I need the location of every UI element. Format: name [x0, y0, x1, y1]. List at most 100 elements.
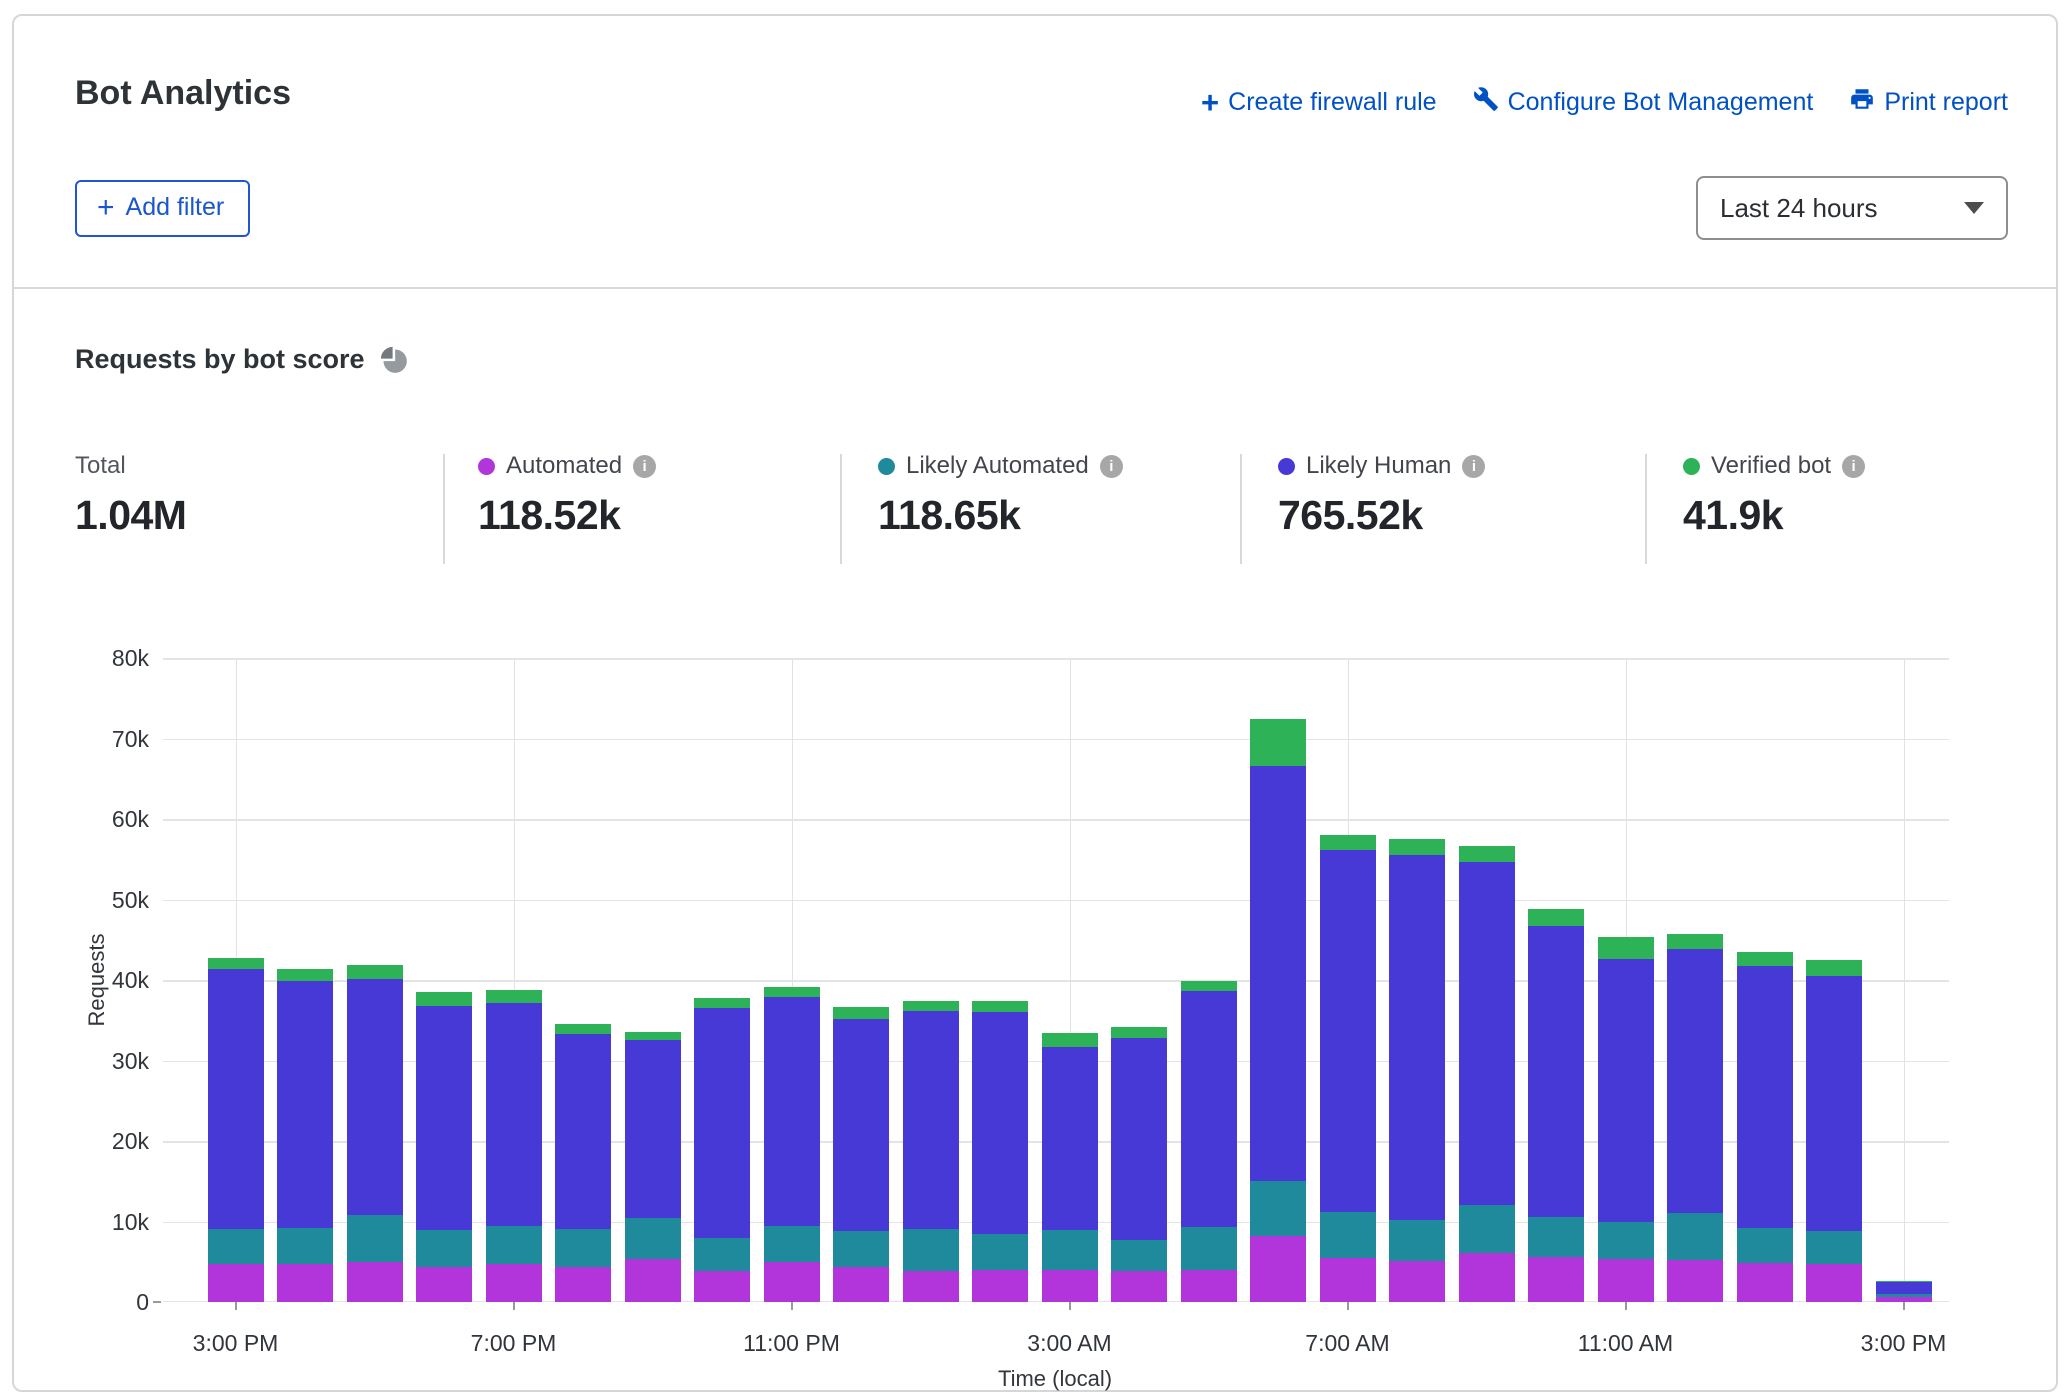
bar-12-00-am[interactable]	[833, 1007, 889, 1302]
create-firewall-rule-link[interactable]: + Create firewall rule	[1201, 88, 1437, 117]
bar-segment-likely-automated	[416, 1230, 472, 1267]
bar-segment-likely-human	[694, 1008, 750, 1238]
section-title-row: Requests by bot score	[75, 344, 408, 375]
bar-3-00-pm[interactable]	[208, 958, 264, 1302]
stat-automated-value: 118.52k	[478, 492, 656, 539]
bar-segment-likely-human	[1389, 855, 1445, 1220]
bar-segment-verified-bot	[1250, 719, 1306, 766]
bar-segment-likely-human	[625, 1040, 681, 1218]
bar-segment-automated	[277, 1264, 333, 1302]
bar-segment-automated	[1042, 1270, 1098, 1302]
y-axis-tick	[153, 1301, 161, 1303]
bar-segment-likely-automated	[1111, 1240, 1167, 1271]
bar-3-00-am[interactable]	[1042, 1033, 1098, 1302]
page-title: Bot Analytics	[75, 74, 291, 113]
bar-9-00-pm[interactable]	[625, 1032, 681, 1302]
bar-segment-verified-bot	[694, 998, 750, 1008]
bar-2-00-pm[interactable]	[1806, 960, 1862, 1302]
y-tick-label: 70k	[79, 726, 149, 753]
legend-dot-automated	[478, 458, 495, 475]
bar-segment-automated	[1389, 1261, 1445, 1302]
bar-segment-likely-automated	[1806, 1231, 1862, 1264]
bar-2-00-am[interactable]	[972, 1001, 1028, 1302]
stat-verified-bot-label: Verified bot	[1711, 452, 1831, 480]
bar-segment-automated	[486, 1264, 542, 1302]
bar-segment-verified-bot	[972, 1001, 1028, 1012]
time-range-select[interactable]: Last 24 hours	[1696, 176, 2008, 240]
info-icon[interactable]: i	[1462, 455, 1485, 478]
bar-segment-likely-automated	[208, 1229, 264, 1264]
bar-7-00-am[interactable]	[1320, 835, 1376, 1302]
bar-segment-likely-human	[347, 979, 403, 1215]
bar-segment-verified-bot	[1042, 1033, 1098, 1047]
bar-11-00-pm[interactable]	[764, 987, 820, 1302]
bar-segment-likely-automated	[277, 1228, 333, 1264]
bar-segment-automated	[208, 1264, 264, 1302]
gridline-v	[1904, 658, 1906, 1302]
bar-segment-verified-bot	[208, 958, 264, 968]
stat-divider	[443, 454, 445, 564]
bar-11-00-am[interactable]	[1598, 937, 1654, 1302]
bar-3-00-pm[interactable]	[1876, 1281, 1932, 1302]
stat-divider	[1240, 454, 1242, 564]
bar-4-00-pm[interactable]	[277, 969, 333, 1302]
bar-segment-verified-bot	[1528, 909, 1584, 926]
bar-segment-likely-human	[1111, 1038, 1167, 1240]
gridline-h	[163, 900, 1949, 902]
bar-segment-automated	[625, 1259, 681, 1302]
header-divider	[13, 287, 2057, 289]
bar-6-00-pm[interactable]	[416, 992, 472, 1302]
bar-5-00-pm[interactable]	[347, 965, 403, 1302]
bar-segment-automated	[1250, 1236, 1306, 1302]
bar-segment-likely-human	[555, 1034, 611, 1229]
x-tick-label: 7:00 AM	[1268, 1330, 1428, 1357]
bar-segment-likely-automated	[555, 1229, 611, 1267]
stat-divider	[840, 454, 842, 564]
bar-1-00-pm[interactable]	[1737, 952, 1793, 1302]
chart-plot-area	[163, 658, 1949, 1302]
y-tick-label: 10k	[79, 1209, 149, 1236]
x-tick-label: 7:00 PM	[434, 1330, 594, 1357]
bar-segment-likely-human	[1042, 1047, 1098, 1231]
bar-10-00-am[interactable]	[1528, 909, 1584, 1302]
x-axis-tick	[1625, 1302, 1627, 1310]
bar-segment-verified-bot	[1389, 839, 1445, 855]
info-icon[interactable]: i	[633, 455, 656, 478]
bar-9-00-am[interactable]	[1459, 846, 1515, 1302]
bar-segment-verified-bot	[1320, 835, 1376, 850]
bar-5-00-am[interactable]	[1181, 981, 1237, 1302]
bar-6-00-am[interactable]	[1250, 719, 1306, 1302]
bar-segment-likely-human	[1598, 959, 1654, 1222]
bar-segment-likely-automated	[486, 1226, 542, 1264]
bar-10-00-pm[interactable]	[694, 998, 750, 1302]
configure-bot-management-link[interactable]: Configure Bot Management	[1473, 86, 1814, 119]
bar-segment-likely-automated	[1320, 1212, 1376, 1258]
bar-segment-verified-bot	[555, 1024, 611, 1034]
info-icon[interactable]: i	[1100, 455, 1123, 478]
legend-dot-likely-human	[1278, 458, 1295, 475]
bar-segment-likely-human	[416, 1006, 472, 1230]
bar-segment-likely-automated	[1528, 1217, 1584, 1257]
bar-segment-verified-bot	[1598, 937, 1654, 960]
print-report-link[interactable]: Print report	[1849, 86, 2008, 119]
time-range-value: Last 24 hours	[1720, 193, 1878, 224]
bar-segment-automated	[694, 1271, 750, 1302]
bar-7-00-pm[interactable]	[486, 990, 542, 1302]
x-axis-tick	[1903, 1302, 1905, 1310]
plus-icon: +	[1201, 91, 1219, 115]
bar-segment-automated	[1459, 1253, 1515, 1302]
gridline-h	[163, 819, 1949, 821]
bar-segment-automated	[347, 1262, 403, 1302]
add-filter-button[interactable]: + Add filter	[75, 180, 250, 237]
bar-segment-likely-automated	[1389, 1220, 1445, 1261]
bar-segment-automated	[833, 1267, 889, 1302]
bar-8-00-am[interactable]	[1389, 839, 1445, 1302]
info-icon[interactable]: i	[1842, 455, 1865, 478]
bar-8-00-pm[interactable]	[555, 1024, 611, 1302]
bar-segment-likely-automated	[1042, 1230, 1098, 1269]
bar-12-00-pm[interactable]	[1667, 934, 1723, 1302]
stat-likely-human-value: 765.52k	[1278, 492, 1485, 539]
bar-1-00-am[interactable]	[903, 1001, 959, 1302]
configure-bot-management-label: Configure Bot Management	[1508, 88, 1814, 117]
bar-4-00-am[interactable]	[1111, 1027, 1167, 1302]
